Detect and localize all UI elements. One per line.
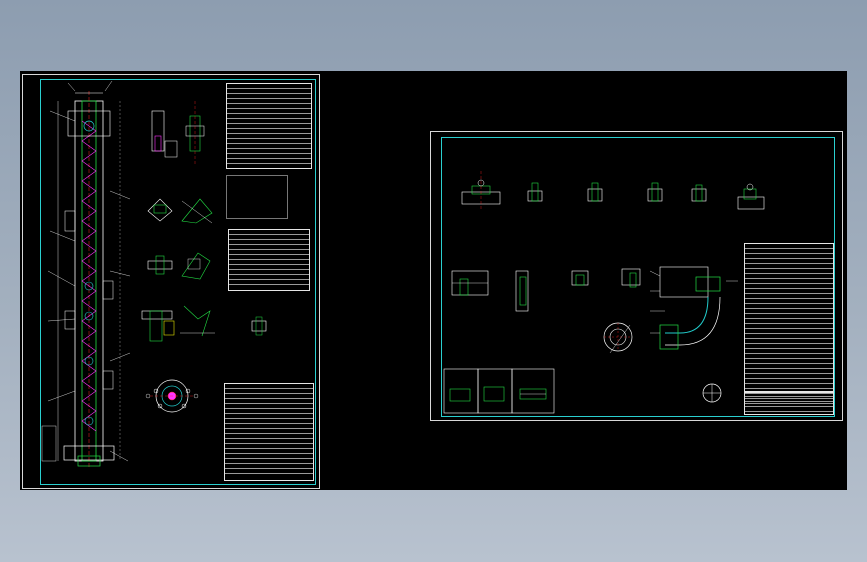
sheet-2-details [443,171,765,414]
sheet-2-title-block [744,391,834,415]
sheet-2-parts-list [744,243,834,404]
cad-canvas[interactable] [20,71,847,490]
